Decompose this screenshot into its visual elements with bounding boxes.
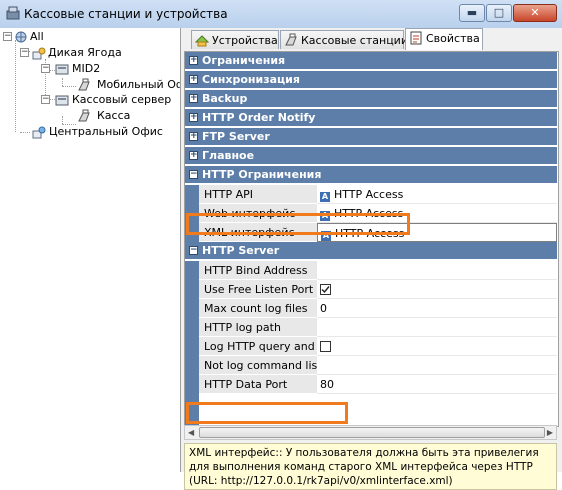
server-icon xyxy=(55,95,69,106)
organization-icon xyxy=(32,126,46,139)
app-icon xyxy=(6,6,20,20)
description-panel: XML интерфейс:: У пользователя должна бы… xyxy=(184,443,557,490)
grid-empty-area xyxy=(185,394,557,426)
devices-icon xyxy=(195,35,209,47)
category-order-notify[interactable]: + HTTP Order Notify xyxy=(185,109,557,127)
tree-node-item[interactable]: − MID2 xyxy=(40,61,180,77)
tree-node-item[interactable]: Касса xyxy=(77,108,180,124)
property-row-xml[interactable]: XML интерфейс A HTTP Access xyxy=(185,223,557,242)
property-row-free-port[interactable]: Use Free Listen Port xyxy=(185,280,557,299)
category-http-server[interactable]: − HTTP Server xyxy=(185,242,557,260)
tab-devices[interactable]: Устройства xyxy=(191,30,279,49)
property-row-http-api[interactable]: HTTP API A HTTP Access xyxy=(185,185,557,204)
server-icon xyxy=(55,64,69,75)
property-row-log-query[interactable]: Log HTTP query and re xyxy=(185,337,557,356)
property-value[interactable] xyxy=(317,318,557,337)
property-value[interactable] xyxy=(317,356,557,375)
property-name: HTTP Data Port xyxy=(199,375,317,394)
close-button[interactable]: ✕ xyxy=(513,4,557,22)
device-tree[interactable]: − All − Дикая Ягода − MID2 Мобильный Оф xyxy=(0,28,181,472)
cash-stations-icon xyxy=(285,33,297,46)
pos-terminal-icon xyxy=(78,109,90,122)
property-name: Web интерфейс xyxy=(199,204,317,223)
expand-icon[interactable]: + xyxy=(189,151,198,160)
expand-icon[interactable]: + xyxy=(189,113,198,122)
property-name: HTTP Bind Address xyxy=(199,261,317,280)
tab-properties[interactable]: Свойства xyxy=(405,28,483,50)
collapse-icon[interactable]: − xyxy=(189,170,198,179)
collapse-icon[interactable]: − xyxy=(41,64,50,73)
property-row-data-port[interactable]: HTTP Data Port 80 xyxy=(185,375,557,394)
property-row-log-path[interactable]: HTTP log path xyxy=(185,318,557,337)
expand-icon[interactable]: + xyxy=(189,75,198,84)
access-icon: A xyxy=(320,192,330,202)
property-row-max-log[interactable]: Max count log files 0 xyxy=(185,299,557,318)
category-restrictions[interactable]: + Ограничения xyxy=(185,52,557,70)
property-grid[interactable]: + Ограничения + Синхронизация + Backup +… xyxy=(184,51,559,427)
property-name: Log HTTP query and re xyxy=(199,337,317,356)
access-icon: A xyxy=(320,211,330,221)
tree-node-item[interactable]: − Кассовый сервер xyxy=(40,92,180,108)
scroll-left-icon[interactable]: ◀ xyxy=(188,428,194,437)
collapse-icon[interactable]: − xyxy=(3,32,12,41)
network-icon xyxy=(15,31,27,43)
collapse-icon[interactable]: − xyxy=(20,48,29,57)
property-value-selected[interactable]: A HTTP Access xyxy=(317,223,557,242)
category-main[interactable]: + Главное xyxy=(185,147,557,165)
expand-icon[interactable]: + xyxy=(189,132,198,141)
organization-icon xyxy=(32,47,46,60)
free-port-checkbox[interactable] xyxy=(320,284,331,295)
tab-bar: Устройства Кассовые станции Свойства xyxy=(181,28,562,50)
category-backup[interactable]: + Backup xyxy=(185,90,557,108)
window-title: Кассовые станции и устройства xyxy=(24,7,228,21)
property-value[interactable]: A HTTP Access xyxy=(317,204,557,223)
property-value xyxy=(317,337,557,356)
checkmark-icon xyxy=(321,286,330,294)
scroll-right-icon[interactable]: ▶ xyxy=(547,428,553,437)
access-icon: A xyxy=(321,231,331,241)
expand-icon[interactable]: + xyxy=(189,94,198,103)
properties-pane: Устройства Кассовые станции Свойства + О… xyxy=(181,28,562,490)
property-row-bind-address[interactable]: HTTP Bind Address xyxy=(185,261,557,280)
main-window: Кассовые станции и устройства ▬ □ ✕ − Al… xyxy=(0,0,562,490)
scrollbar-thumb[interactable] xyxy=(199,427,545,438)
category-ftp[interactable]: + FTP Server xyxy=(185,128,557,146)
tab-cash-stations[interactable]: Кассовые станции xyxy=(280,30,408,49)
properties-icon xyxy=(410,31,422,45)
horizontal-scrollbar[interactable]: ◀ ▶ xyxy=(184,425,557,440)
title-bar[interactable]: Кассовые станции и устройства ▬ □ ✕ xyxy=(0,0,562,29)
minimize-button[interactable]: ▬ xyxy=(459,4,485,22)
property-row-not-log[interactable]: Not log command list xyxy=(185,356,557,375)
close-icon: ✕ xyxy=(530,6,540,19)
collapse-icon[interactable]: − xyxy=(41,95,50,104)
property-value[interactable] xyxy=(317,261,557,280)
property-name: Not log command list xyxy=(199,356,317,375)
category-sync[interactable]: + Синхронизация xyxy=(185,71,557,89)
property-name: HTTP API xyxy=(199,185,317,204)
minimize-icon: ▬ xyxy=(466,6,478,19)
property-row-web[interactable]: Web интерфейс A HTTP Access xyxy=(185,204,557,223)
pos-terminal-icon xyxy=(78,78,90,91)
maximize-icon: □ xyxy=(493,6,505,19)
property-value xyxy=(317,280,557,299)
category-http-restrictions[interactable]: − HTTP Ограничения xyxy=(185,166,557,184)
property-name: Use Free Listen Port xyxy=(199,280,317,299)
log-query-checkbox[interactable] xyxy=(320,341,331,352)
property-name: HTTP log path xyxy=(199,318,317,337)
maximize-button[interactable]: □ xyxy=(486,4,512,22)
property-name: XML интерфейс xyxy=(199,223,317,242)
collapse-icon[interactable]: − xyxy=(189,246,198,255)
tree-node-item[interactable]: Центральный Офис xyxy=(32,124,180,140)
property-value[interactable]: 80 xyxy=(317,375,557,394)
tree-node-all[interactable]: − All xyxy=(3,29,173,45)
property-value[interactable]: 0 xyxy=(317,299,557,318)
property-name: Max count log files xyxy=(199,299,317,318)
property-value[interactable]: A HTTP Access xyxy=(317,185,557,204)
tree-node-item[interactable]: Мобильный Оф xyxy=(77,77,180,93)
tree-node-item[interactable]: − Дикая Ягода xyxy=(18,45,178,61)
expand-icon[interactable]: + xyxy=(189,56,198,65)
